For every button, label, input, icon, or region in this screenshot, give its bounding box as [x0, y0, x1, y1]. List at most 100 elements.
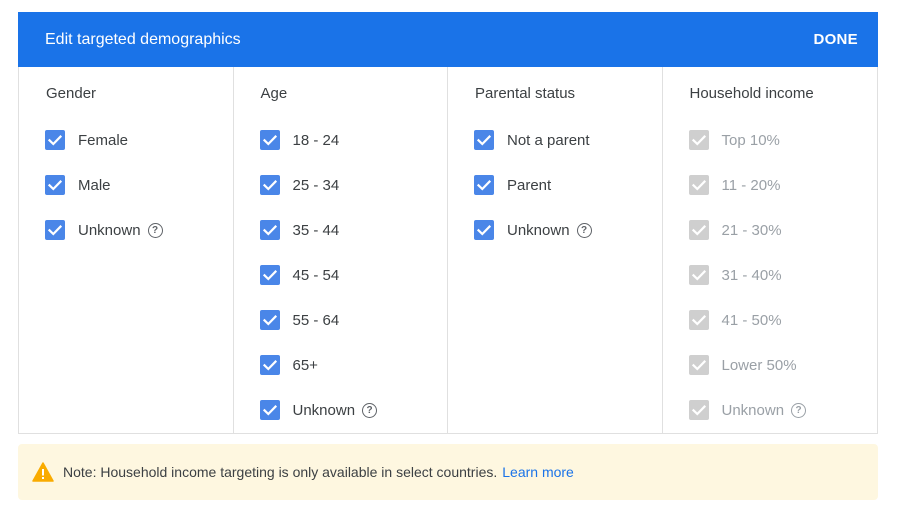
- column-title: Age: [260, 85, 288, 102]
- checkbox[interactable]: [259, 310, 280, 330]
- income-note-banner: Note: Household income targeting is only…: [18, 444, 878, 500]
- option-household-income-11-20: 11 - 20%: [688, 174, 781, 196]
- checkbox: [688, 175, 709, 195]
- checkbox[interactable]: [259, 265, 280, 285]
- checkbox: [688, 220, 709, 240]
- option-age-unknown[interactable]: Unknown?: [259, 399, 378, 421]
- check-icon: [47, 225, 63, 236]
- checkbox[interactable]: [259, 220, 280, 240]
- check-icon: [476, 180, 492, 191]
- option-label: Female: [78, 131, 129, 149]
- option-household-income-unknown: Unknown?: [688, 399, 807, 421]
- option-label: Unknown: [721, 401, 785, 419]
- panel-header: Edit targeted demographics DONE: [18, 12, 878, 67]
- checkbox: [688, 310, 709, 330]
- column-gender: Gender Female Male Unknown?: [19, 67, 234, 433]
- option-label: 31 - 40%: [721, 266, 782, 284]
- check-icon: [691, 270, 706, 281]
- option-label: Top 10%: [721, 131, 780, 149]
- option-gender-male[interactable]: Male: [45, 174, 111, 196]
- check-icon: [262, 225, 277, 236]
- option-label: Not a parent: [507, 131, 590, 149]
- learn-more-link[interactable]: Learn more: [502, 464, 574, 480]
- check-icon: [262, 270, 277, 281]
- option-label: 18 - 24: [292, 131, 340, 149]
- option-parental-status-parent[interactable]: Parent: [474, 174, 551, 196]
- help-icon[interactable]: ?: [576, 222, 592, 238]
- option-label: Parent: [507, 176, 552, 194]
- check-icon: [262, 405, 277, 416]
- option-label: 41 - 50%: [721, 311, 782, 329]
- help-icon[interactable]: ?: [791, 402, 807, 418]
- option-gender-female[interactable]: Female: [45, 129, 128, 151]
- check-icon: [262, 135, 277, 146]
- checkbox: [688, 265, 709, 285]
- option-label: 45 - 54: [292, 266, 340, 284]
- check-icon: [47, 135, 63, 146]
- check-icon: [691, 135, 706, 146]
- option-label: 21 - 30%: [721, 221, 782, 239]
- column-parental-status: Parental status Not a parent Parent Unknown…: [448, 67, 663, 433]
- note-text: Note: Household income targeting is only…: [63, 464, 498, 480]
- option-label: Male: [78, 176, 111, 194]
- option-age-35-44[interactable]: 35 - 44: [259, 219, 340, 241]
- option-household-income-top-10: Top 10%: [688, 129, 780, 151]
- checkbox[interactable]: [259, 400, 280, 420]
- checkbox[interactable]: [259, 175, 280, 195]
- option-label: Unknown: [292, 401, 356, 419]
- check-icon: [691, 405, 706, 416]
- check-icon: [262, 315, 277, 326]
- checkbox: [688, 400, 709, 420]
- option-label: 55 - 64: [292, 311, 340, 329]
- option-household-income-41-50: 41 - 50%: [688, 309, 782, 331]
- option-label: 25 - 34: [292, 176, 340, 194]
- check-icon: [691, 225, 706, 236]
- check-icon: [262, 360, 277, 371]
- checkbox[interactable]: [45, 130, 65, 150]
- column-title: Household income: [689, 85, 814, 102]
- column-title: Parental status: [475, 85, 576, 102]
- check-icon: [262, 180, 277, 191]
- option-parental-status-unknown[interactable]: Unknown?: [474, 219, 592, 241]
- checkbox[interactable]: [259, 355, 280, 375]
- checkbox[interactable]: [474, 130, 494, 150]
- checkbox: [688, 130, 709, 150]
- help-icon[interactable]: ?: [147, 222, 163, 238]
- check-icon: [691, 315, 706, 326]
- column-age: Age 18 - 24 25 - 34 35 - 44 45 - 54 55 - 64 65…: [234, 67, 448, 433]
- panel-title: Edit targeted demographics: [45, 31, 241, 48]
- option-age-65[interactable]: 65+: [259, 354, 318, 376]
- option-age-18-24[interactable]: 18 - 24: [259, 129, 340, 151]
- option-household-income-31-40: 31 - 40%: [688, 264, 782, 286]
- option-parental-status-not-a-parent[interactable]: Not a parent: [474, 129, 590, 151]
- option-age-25-34[interactable]: 25 - 34: [259, 174, 340, 196]
- checkbox: [688, 355, 709, 375]
- option-gender-unknown[interactable]: Unknown?: [45, 219, 163, 241]
- check-icon: [691, 360, 706, 371]
- option-label: 35 - 44: [292, 221, 340, 239]
- check-icon: [476, 225, 492, 236]
- done-button[interactable]: DONE: [813, 31, 858, 49]
- option-label: Unknown: [78, 221, 141, 239]
- checkbox[interactable]: [474, 220, 494, 240]
- warning-icon: [32, 462, 54, 482]
- option-label: 11 - 20%: [721, 176, 781, 194]
- column-household-income: Household income Top 10% 11 - 20% 21 - 30% 3…: [663, 67, 878, 433]
- checkbox[interactable]: [45, 220, 65, 240]
- option-household-income-lower-50: Lower 50%: [688, 354, 797, 376]
- option-age-45-54[interactable]: 45 - 54: [259, 264, 340, 286]
- option-label: 65+: [292, 356, 318, 374]
- help-icon[interactable]: ?: [362, 402, 378, 418]
- option-label: Unknown: [507, 221, 570, 239]
- option-household-income-21-30: 21 - 30%: [688, 219, 782, 241]
- edit-demographics-panel: Edit targeted demographics DONE Gender Fe…: [18, 12, 878, 434]
- check-icon: [476, 135, 492, 146]
- option-age-55-64[interactable]: 55 - 64: [259, 309, 340, 331]
- option-label: Lower 50%: [721, 356, 797, 374]
- check-icon: [691, 180, 706, 191]
- check-icon: [47, 180, 63, 191]
- demographics-columns: Gender Female Male Unknown? Age 18 - 24 25 - 3…: [18, 67, 878, 434]
- checkbox[interactable]: [45, 175, 65, 195]
- checkbox[interactable]: [259, 130, 280, 150]
- checkbox[interactable]: [474, 175, 494, 195]
